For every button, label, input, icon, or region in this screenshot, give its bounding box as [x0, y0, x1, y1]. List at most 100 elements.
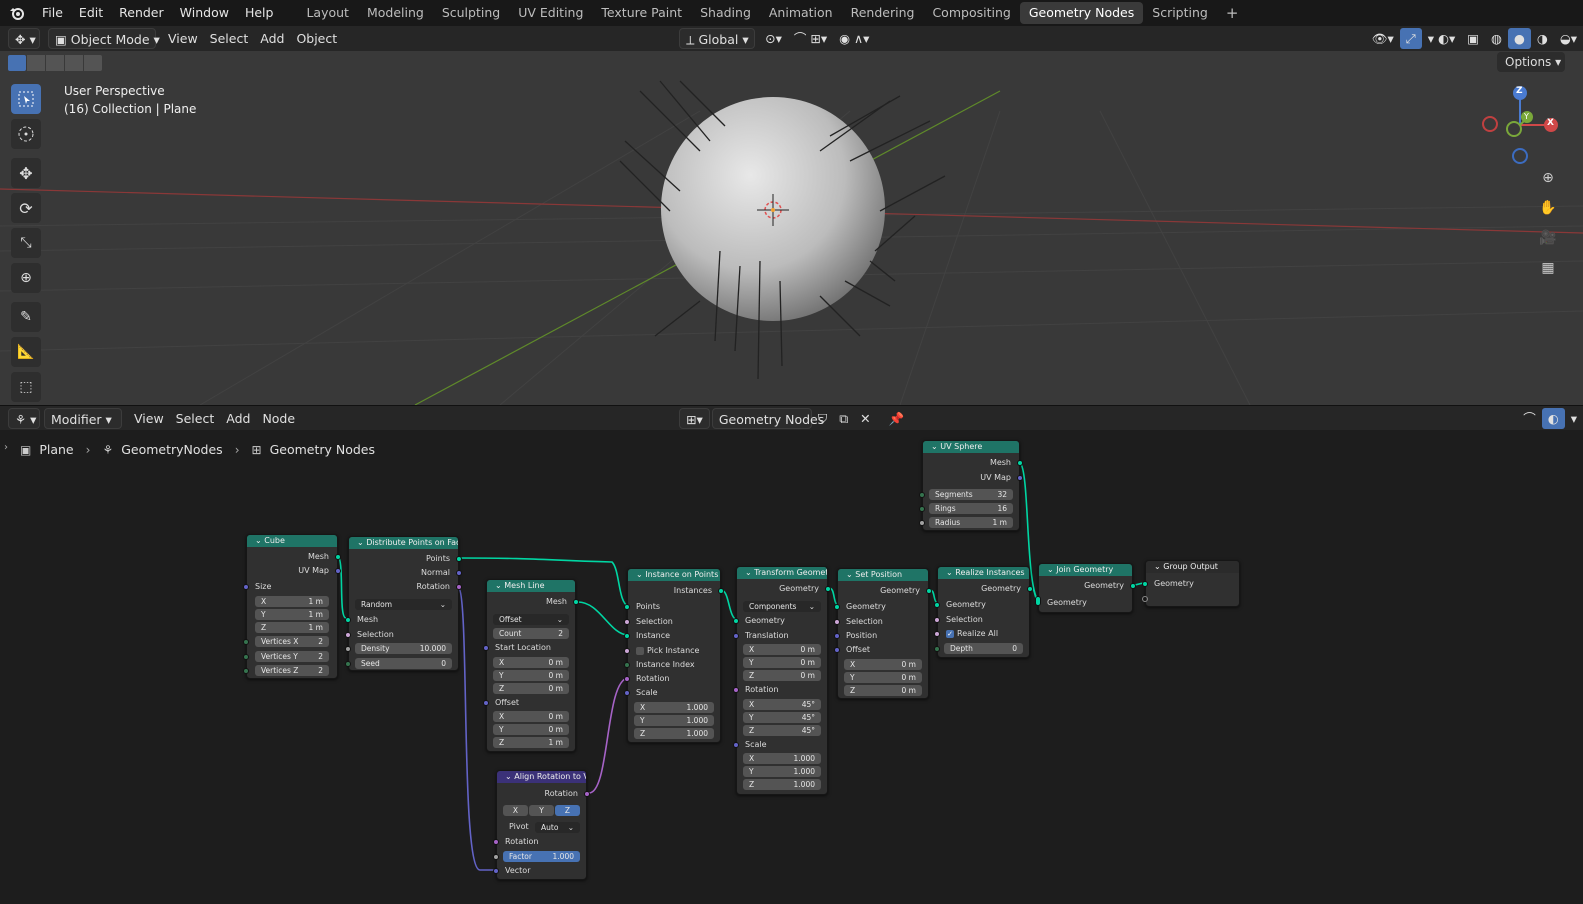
scale-y-field[interactable]: Y 1.000 — [743, 766, 821, 777]
socket-int-in[interactable] — [243, 654, 249, 660]
node-set-position[interactable]: ⌄ Set Position Geometry Geometry Selecti… — [834, 568, 932, 699]
menu-edit[interactable]: Edit — [71, 0, 111, 26]
options-dropdown[interactable]: Options ▾ — [1497, 52, 1565, 72]
socket-pick-in[interactable] — [624, 648, 630, 654]
tab-shading[interactable]: Shading — [691, 2, 760, 24]
offset-x-field[interactable]: X 0 m — [844, 659, 922, 670]
axis-y-button[interactable]: Y — [529, 805, 554, 816]
socket-points-in[interactable] — [624, 604, 630, 610]
pick-instance-checkbox[interactable]: Pick Instance — [628, 645, 720, 657]
socket-translation-in[interactable] — [733, 633, 739, 639]
menu-render[interactable]: Render — [111, 0, 172, 26]
add-cube-tool-icon[interactable]: ⬚ — [11, 372, 41, 402]
socket-mesh-in[interactable] — [345, 617, 351, 623]
offset-y-field[interactable]: Y 0 m — [493, 724, 569, 735]
transform-mode-dropdown[interactable]: Components ⌄ — [743, 601, 821, 612]
node-cube[interactable]: ⌄ Cube Mesh UV Map Size X 1 m Y 1 m Z 1 m V… — [243, 534, 341, 679]
tab-texture-paint[interactable]: Texture Paint — [592, 2, 691, 24]
orientation-dropdown[interactable]: ⟂ Global ▾ — [679, 28, 756, 49]
node-group-output[interactable]: ⌄ Group Output Geometry — [1142, 560, 1240, 607]
node-menu-node[interactable]: Node — [256, 408, 301, 429]
pan-hand-icon[interactable]: ✋ — [1535, 195, 1561, 221]
socket-factor-in[interactable] — [493, 854, 499, 860]
socket-density-in[interactable] — [345, 646, 351, 652]
node-transform-header[interactable]: ⌄ Transform Geometry — [737, 567, 827, 579]
axis-x-button[interactable]: X — [503, 805, 528, 816]
rotate-tool-icon[interactable]: ⟳ — [11, 193, 41, 223]
tab-geometry-nodes[interactable]: Geometry Nodes — [1019, 2, 1144, 24]
snap-node-icon[interactable]: ⌒ — [1517, 408, 1542, 429]
socket-selection-in[interactable] — [345, 632, 351, 638]
shading-solid-icon[interactable]: ● — [1507, 28, 1531, 49]
3d-viewport[interactable]: Z Y X Options ▾ User Perspective (16) Co… — [0, 51, 1583, 405]
mode-dropdown[interactable]: ▣ Object Mode ▾ — [48, 28, 160, 49]
socket-rotation-out[interactable] — [456, 584, 462, 590]
offset-z-field[interactable]: Z 1 m — [493, 737, 569, 748]
start-x-field[interactable]: X 0 m — [493, 657, 569, 668]
node-overlay-icon[interactable]: ◐ — [1541, 407, 1565, 429]
seed-field[interactable]: Seed 0 — [355, 658, 452, 669]
node-align-rotation[interactable]: ⌄ Align Rotation to V... Rotation X Y Z … — [493, 770, 590, 880]
tab-compositing[interactable]: Compositing — [923, 2, 1019, 24]
node-editor-context-dropdown[interactable]: Modifier ▾ — [44, 407, 122, 429]
node-join-header[interactable]: ⌄ Join Geometry — [1039, 564, 1132, 576]
menu-add[interactable]: Add — [254, 28, 290, 49]
segments-field[interactable]: Segments 32 — [929, 489, 1013, 500]
mesh-line-mode-dropdown[interactable]: Offset ⌄ — [493, 614, 569, 625]
zoom-icon[interactable]: ⊕ — [1535, 165, 1561, 191]
socket-geometry-out[interactable] — [1130, 583, 1136, 589]
scale-z-field[interactable]: Z 1.000 — [634, 728, 714, 739]
menu-select[interactable]: Select — [204, 28, 255, 49]
node-overlay-dropdown-icon[interactable]: ▾ — [1565, 408, 1583, 429]
node-transform-geometry[interactable]: ⌄ Transform Geometry Geometry Components… — [733, 566, 831, 795]
rings-field[interactable]: Rings 16 — [929, 503, 1013, 514]
socket-radius-in[interactable] — [919, 520, 925, 526]
socket-geometry-multi-in[interactable] — [1035, 596, 1041, 606]
scale-z-field[interactable]: Z 1.000 — [743, 779, 821, 790]
tab-modeling[interactable]: Modeling — [358, 2, 433, 24]
proportional-edit-icon[interactable]: ◉ ∧▾ — [833, 28, 875, 49]
select-subtract-icon[interactable] — [46, 55, 64, 71]
socket-mesh-out[interactable] — [1017, 460, 1023, 466]
translation-y-field[interactable]: Y 0 m — [743, 657, 821, 668]
radius-field[interactable]: Radius 1 m — [929, 517, 1013, 528]
shading-wireframe-icon[interactable]: ◍ — [1485, 28, 1508, 49]
distribute-mode-dropdown[interactable]: Random ⌄ — [355, 599, 452, 610]
node-realize-header[interactable]: ⌄ Realize Instances — [938, 567, 1029, 579]
menu-view[interactable]: View — [162, 28, 204, 49]
density-field[interactable]: Density 10.000 — [355, 643, 452, 654]
start-y-field[interactable]: Y 0 m — [493, 670, 569, 681]
socket-vector-in[interactable] — [493, 868, 499, 874]
select-intersect-icon[interactable] — [84, 55, 102, 71]
node-join-geometry[interactable]: ⌄ Join Geometry Geometry Geometry — [1035, 563, 1136, 613]
socket-selection-in[interactable] — [624, 619, 630, 625]
pin-icon[interactable]: 📌 — [883, 408, 911, 429]
start-z-field[interactable]: Z 0 m — [493, 683, 569, 694]
rotation-x-field[interactable]: X 45° — [743, 699, 821, 710]
socket-index-in[interactable] — [624, 662, 630, 668]
node-uv-sphere-header[interactable]: ⌄ UV Sphere — [923, 441, 1019, 453]
camera-icon[interactable]: 🎥 — [1535, 225, 1561, 251]
socket-uv-out[interactable] — [335, 568, 341, 574]
select-new-icon[interactable] — [8, 55, 26, 71]
socket-geometry-out[interactable] — [825, 586, 831, 592]
scale-y-field[interactable]: Y 1.000 — [634, 715, 714, 726]
socket-rotation-out[interactable] — [584, 791, 590, 797]
tab-layout[interactable]: Layout — [297, 2, 358, 24]
menu-file[interactable]: File — [34, 0, 71, 26]
scale-tool-icon[interactable]: ⤡ — [11, 228, 41, 258]
socket-offset-in[interactable] — [483, 700, 489, 706]
socket-size-in[interactable] — [243, 584, 249, 590]
grid-perspective-icon[interactable]: ▦ — [1535, 255, 1561, 281]
menu-help[interactable]: Help — [237, 0, 282, 26]
socket-scale-in[interactable] — [733, 742, 739, 748]
blender-logo-icon[interactable] — [0, 0, 34, 26]
transform-tool-icon[interactable]: ⊕ — [11, 263, 41, 293]
annotate-tool-icon[interactable]: ✎ — [11, 302, 41, 332]
socket-instance-in[interactable] — [624, 633, 630, 639]
xray-icon[interactable]: ▣ — [1461, 28, 1485, 49]
translation-x-field[interactable]: X 0 m — [743, 644, 821, 655]
factor-field[interactable]: Factor 1.000 — [503, 851, 580, 862]
translation-z-field[interactable]: Z 0 m — [743, 670, 821, 681]
node-group-output-header[interactable]: ⌄ Group Output — [1146, 561, 1239, 573]
